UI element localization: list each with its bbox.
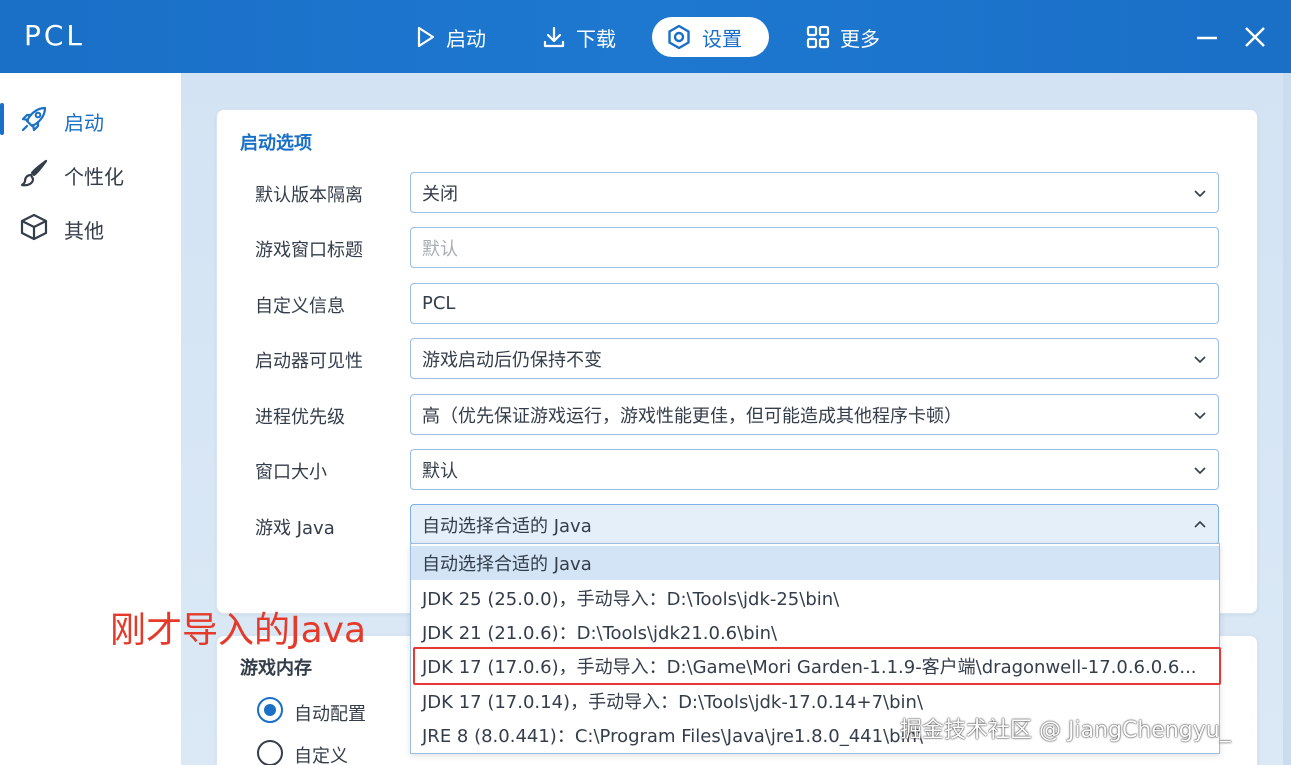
nav-tab-label: 启动 <box>446 26 486 51</box>
memory-auto-radio[interactable] <box>257 697 283 723</box>
title-bar: PCL 启动 下载 设置 更多 <box>0 0 1291 73</box>
game-java-select[interactable]: 自动选择合适的 Java <box>410 504 1219 545</box>
select-value: 高（优先保证游戏运行，游戏性能更佳，但可能造成其他程序卡顿） <box>422 405 962 427</box>
chevron-down-icon <box>1194 467 1206 475</box>
row-label-window-size: 窗口大小 <box>255 462 327 483</box>
sidebar-item-label: 启动 <box>64 111 104 135</box>
nav-tab-label: 更多 <box>840 26 880 51</box>
highlight-box <box>413 647 1221 685</box>
download-icon <box>543 26 565 48</box>
rocket-icon <box>18 105 50 133</box>
minimize-icon <box>1197 36 1217 40</box>
select-value: 自动选择合适的 Java <box>422 515 592 537</box>
brush-icon <box>18 159 50 187</box>
process-priority-select[interactable]: 高（优先保证游戏运行，游戏性能更佳，但可能造成其他程序卡顿） <box>410 394 1219 435</box>
box-icon <box>18 213 50 241</box>
launcher-visibility-select[interactable]: 游戏启动后仍保持不变 <box>410 338 1219 379</box>
sidebar-item-other[interactable]: 其他 <box>0 205 181 249</box>
sidebar-item-label: 个性化 <box>64 165 124 189</box>
nav-tab-settings[interactable]: 设置 <box>652 17 769 57</box>
nav-tab-label: 下载 <box>576 26 616 51</box>
sidebar-item-personalize[interactable]: 个性化 <box>0 151 181 195</box>
chevron-up-icon <box>1194 520 1206 528</box>
sidebar: 启动 个性化 其他 <box>0 73 181 765</box>
memory-custom-label: 自定义 <box>294 746 348 765</box>
row-label-version-isolation: 默认版本隔离 <box>255 185 363 206</box>
annotation-label: 刚才导入的Java <box>110 610 367 651</box>
java-option[interactable]: JDK 21 (21.0.6)：D:\Tools\jdk21.0.6\bin\ <box>411 615 1219 649</box>
input-placeholder: 默认 <box>422 238 458 260</box>
row-label-window-title: 游戏窗口标题 <box>255 240 363 261</box>
input-value: PCL <box>422 293 456 314</box>
row-label-custom-info: 自定义信息 <box>255 296 345 317</box>
play-icon <box>417 26 435 48</box>
watermark: 掘金技术社区 @ JiangChengyu_ <box>900 718 1231 743</box>
chevron-down-icon <box>1194 412 1206 420</box>
grid-icon <box>806 25 830 49</box>
row-label-game-java: 游戏 Java <box>255 518 335 539</box>
window-size-select[interactable]: 默认 <box>410 449 1219 490</box>
row-label-process-priority: 进程优先级 <box>255 407 345 428</box>
game-memory-title: 游戏内存 <box>240 658 312 679</box>
app-logo: PCL <box>24 19 86 52</box>
nav-tab-download[interactable]: 下载 <box>528 17 630 57</box>
close-icon <box>1245 27 1265 47</box>
select-value: 游戏启动后仍保持不变 <box>422 349 602 371</box>
nav-tab-label: 设置 <box>702 26 742 51</box>
chevron-down-icon <box>1194 356 1206 364</box>
sidebar-item-launch[interactable]: 启动 <box>0 97 181 141</box>
nav-tab-more[interactable]: 更多 <box>792 17 894 57</box>
memory-custom-radio[interactable] <box>257 740 283 765</box>
custom-info-input[interactable]: PCL <box>410 283 1219 324</box>
row-label-launcher-visibility: 启动器可见性 <box>255 351 363 372</box>
settings-icon <box>668 24 690 50</box>
select-value: 关闭 <box>422 183 458 205</box>
launch-options-title: 启动选项 <box>240 133 312 154</box>
java-option[interactable]: 自动选择合适的 Java <box>411 546 1219 580</box>
close-button[interactable] <box>1240 22 1270 52</box>
window-title-input[interactable]: 默认 <box>410 227 1219 268</box>
chevron-down-icon <box>1194 190 1206 198</box>
scrollbar[interactable] <box>1283 73 1291 765</box>
minimize-button[interactable] <box>1192 22 1222 52</box>
sidebar-item-label: 其他 <box>64 219 104 243</box>
java-option[interactable]: JDK 25 (25.0.0)，手动导入：D:\Tools\jdk-25\bin… <box>411 581 1219 615</box>
memory-auto-label: 自动配置 <box>294 704 366 725</box>
version-isolation-select[interactable]: 关闭 <box>410 172 1219 213</box>
select-value: 默认 <box>422 460 458 482</box>
nav-tab-launch[interactable]: 启动 <box>400 17 500 57</box>
